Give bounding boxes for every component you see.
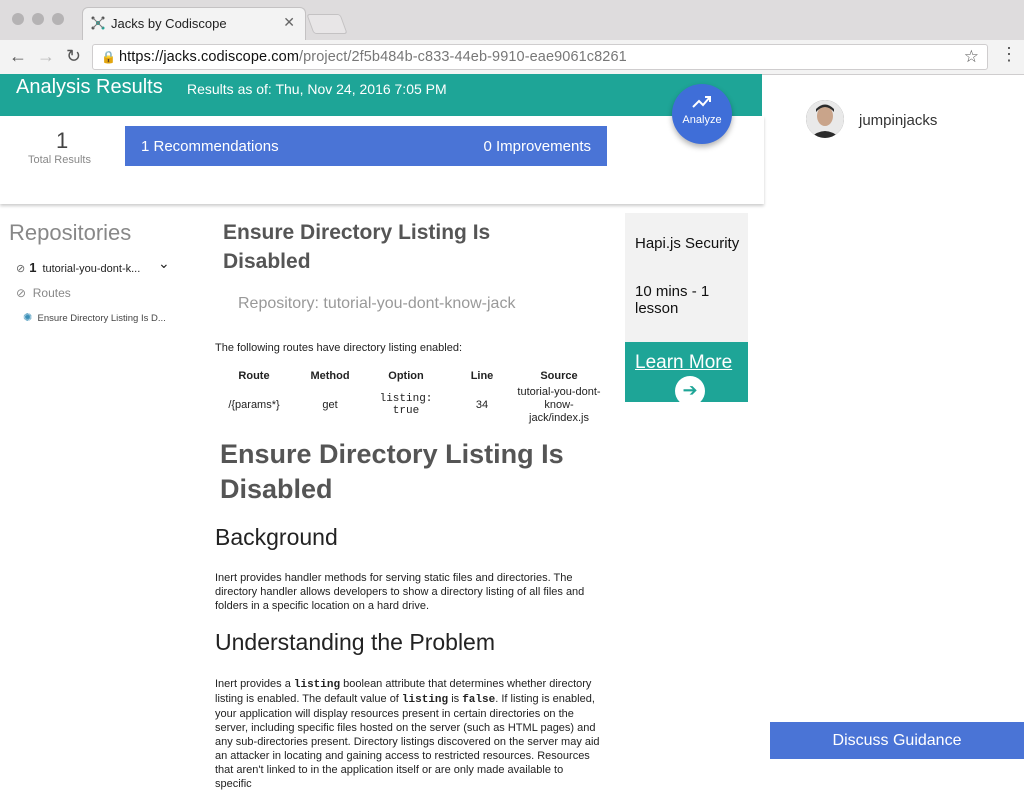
line-cell: 34 bbox=[475, 398, 489, 411]
column-header: Route bbox=[238, 370, 270, 382]
repo-result-count: 1 bbox=[29, 260, 37, 275]
lock-icon: 🔒 bbox=[101, 50, 116, 64]
browser-menu-icon[interactable]: ⋮ bbox=[1000, 44, 1018, 65]
routes-intro: The following routes have directory list… bbox=[215, 342, 463, 354]
arrow-right-icon[interactable]: ➔ bbox=[675, 376, 705, 406]
chevron-down-icon[interactable]: ⌄ bbox=[158, 255, 170, 272]
course-title: Hapi.js Security bbox=[635, 235, 740, 252]
column-header: Option bbox=[388, 370, 424, 382]
ban-icon: ⊘ bbox=[16, 263, 26, 275]
gear-icon: ✺ bbox=[23, 312, 33, 324]
recommendations-count: 1 Recommendations bbox=[141, 138, 279, 155]
total-results-label: Total Results bbox=[28, 154, 91, 166]
new-tab-button[interactable] bbox=[306, 14, 348, 34]
sidebar-item-repository[interactable]: ⊘ 1 tutorial-you-dont-k... bbox=[16, 260, 140, 275]
routes-label: Routes bbox=[32, 286, 71, 300]
recommendation-title: Ensure Directory Listing Is Disabled bbox=[223, 221, 491, 273]
maximize-window-icon[interactable] bbox=[52, 13, 64, 25]
column-header: Method bbox=[310, 370, 350, 382]
reload-icon[interactable]: ↻ bbox=[66, 46, 81, 67]
method-cell: get bbox=[322, 398, 338, 411]
background-text: Inert provides handler methods for servi… bbox=[215, 572, 585, 612]
problem-text: Inert provides a listing boolean attribu… bbox=[215, 678, 600, 790]
course-duration: 10 mins - 1 lesson bbox=[635, 283, 710, 317]
option-cell: listing: true bbox=[379, 392, 433, 417]
course-card: Hapi.js Security 10 mins - 1 lesson Lear… bbox=[625, 213, 748, 406]
user-photo-icon bbox=[806, 100, 844, 138]
learn-more-panel[interactable]: Learn More ➔ bbox=[625, 342, 748, 406]
sidebar-item-routes[interactable]: ⊘ Routes bbox=[16, 286, 71, 300]
table-row: /{params*} get listing: true 34 tutorial-… bbox=[213, 384, 601, 425]
address-bar[interactable]: 🔒 https://jacks.codiscope.com/project/2f… bbox=[92, 44, 988, 70]
discuss-guidance-button[interactable]: Discuss Guidance bbox=[770, 722, 1024, 759]
results-header: Analysis Results Results as of: Thu, Nov… bbox=[0, 74, 762, 116]
back-icon[interactable]: ← bbox=[9, 46, 27, 67]
forward-icon[interactable]: → bbox=[37, 46, 55, 67]
guidance-title: Ensure Directory Listing Is Disabled bbox=[220, 439, 564, 504]
codiscope-favicon-icon bbox=[91, 16, 105, 30]
close-window-icon[interactable] bbox=[12, 13, 24, 25]
browser-tab[interactable]: Jacks by Codiscope ✕ bbox=[82, 7, 306, 40]
column-header: Line bbox=[470, 370, 494, 382]
tab-close-icon[interactable]: ✕ bbox=[283, 14, 295, 31]
tab-title: Jacks by Codiscope bbox=[111, 16, 227, 31]
column-header: Source bbox=[540, 370, 578, 382]
total-results-count: 1 bbox=[56, 128, 69, 153]
url-text: https://jacks.codiscope.com/project/2f5b… bbox=[119, 49, 627, 65]
source-cell: tutorial-you-dont-know-jack/index.js bbox=[517, 386, 601, 424]
background-heading: Background bbox=[215, 524, 338, 550]
compass-icon: ⊘ bbox=[16, 286, 27, 300]
analyze-button[interactable]: Analyze bbox=[672, 84, 732, 144]
analyze-label: Analyze bbox=[682, 114, 722, 126]
repository-label: Repository: tutorial-you-dont-know-jack bbox=[238, 295, 516, 312]
improvements-count: 0 Improvements bbox=[483, 138, 591, 155]
route-cell: /{params*} bbox=[228, 398, 280, 411]
sidebar-item-guidance[interactable]: ✺ Ensure Directory Listing Is D... bbox=[23, 311, 166, 324]
problem-heading: Understanding the Problem bbox=[215, 629, 495, 655]
results-summary: 1 Total Results 1 Recommendations 0 Impr… bbox=[0, 116, 764, 204]
repo-name: tutorial-you-dont-k... bbox=[42, 263, 141, 275]
results-timestamp: Results as of: Thu, Nov 24, 2016 7:05 PM bbox=[187, 81, 447, 97]
avatar[interactable] bbox=[806, 100, 844, 138]
repositories-heading: Repositories bbox=[9, 220, 132, 245]
username[interactable]: jumpinjacks bbox=[859, 112, 937, 129]
guidance-link-label: Ensure Directory Listing Is D... bbox=[37, 313, 166, 324]
results-breakdown-bar[interactable]: 1 Recommendations 0 Improvements bbox=[125, 126, 607, 166]
page-title: Analysis Results bbox=[16, 76, 163, 98]
bookmark-star-icon[interactable]: ☆ bbox=[964, 47, 979, 67]
learn-more-link[interactable]: Learn More bbox=[635, 352, 732, 374]
routes-table: Route Method Option Line Source /{params… bbox=[213, 368, 601, 425]
trending-up-icon bbox=[692, 96, 711, 108]
minimize-window-icon[interactable] bbox=[32, 13, 44, 25]
